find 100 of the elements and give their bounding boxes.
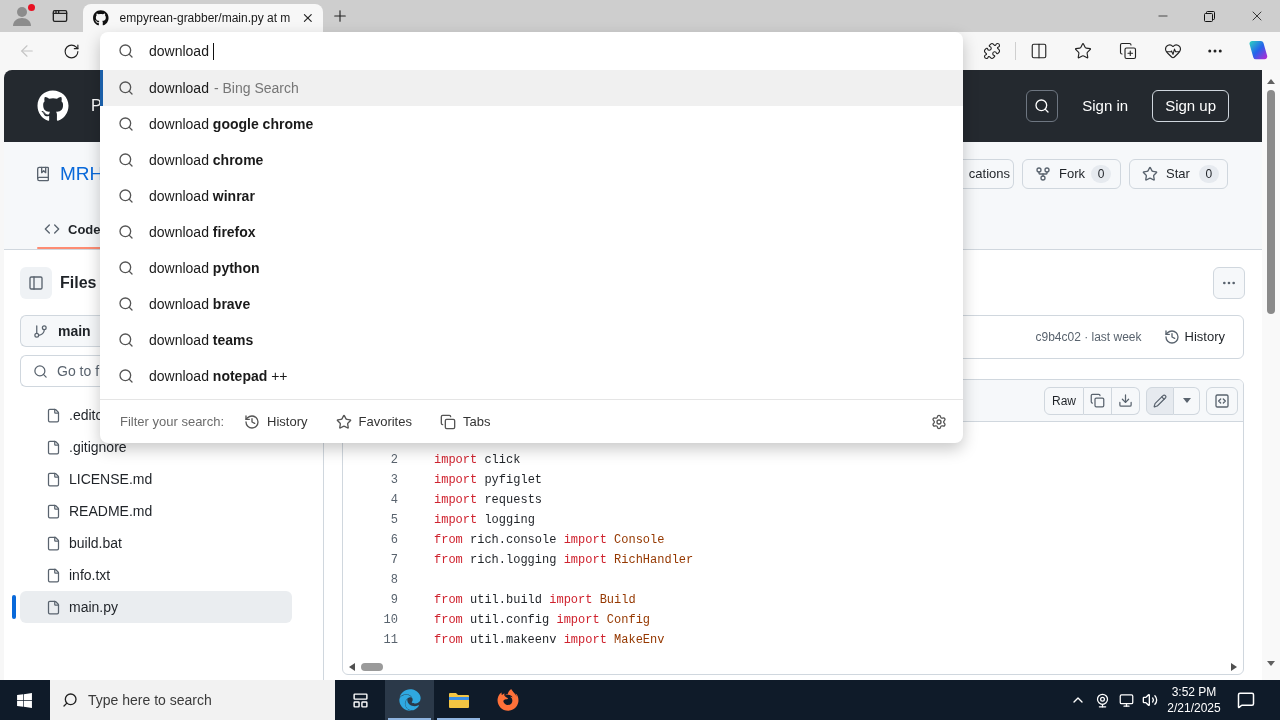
fork-icon <box>1035 165 1051 182</box>
suggestion-item[interactable]: download python <box>100 250 963 286</box>
raw-button[interactable]: Raw <box>1044 386 1084 415</box>
code-line: import click <box>434 452 521 469</box>
browser-tab[interactable]: empyrean-grabber/main.py at m <box>83 4 323 32</box>
speech-bubble-icon[interactable] <box>1237 691 1255 709</box>
suggestion-item[interactable]: download chrome <box>100 142 963 178</box>
browser-icon[interactable] <box>398 689 421 711</box>
search-icon <box>118 43 134 59</box>
search-icon <box>118 332 134 348</box>
taskbar-app[interactable] <box>385 680 434 720</box>
code-line: import requests <box>434 492 543 509</box>
file-item[interactable]: LICENSE.md <box>20 463 155 495</box>
line-number: 2 <box>389 452 398 469</box>
window-icon[interactable] <box>52 8 68 24</box>
search-icon <box>118 296 134 312</box>
search-icon <box>1034 98 1051 114</box>
fork-button[interactable]: Fork 0 <box>1022 158 1121 189</box>
settings-icon[interactable] <box>931 413 947 430</box>
columns-icon[interactable] <box>1030 42 1048 60</box>
code-line: from util.makeenv import MakeEnv <box>434 632 665 649</box>
edit-options-button[interactable] <box>1174 386 1200 415</box>
line-number: 5 <box>389 512 398 529</box>
search-icon <box>118 116 134 132</box>
suggestion-item[interactable]: download google chrome <box>100 106 963 142</box>
stacked-squares-icon <box>439 413 456 430</box>
file-item[interactable]: main.py <box>20 591 292 623</box>
code-icon <box>1214 392 1230 409</box>
search-icon <box>118 80 134 96</box>
edit-button[interactable] <box>1146 386 1174 415</box>
search-icon <box>62 692 78 708</box>
code-line: from rich.console import Console <box>434 532 665 549</box>
filter-option[interactable]: Tabs <box>439 411 491 432</box>
sidebar-toggle-button[interactable] <box>20 267 52 299</box>
sign-in-link[interactable]: Sign in <box>1082 94 1129 118</box>
search-button[interactable] <box>1026 90 1059 122</box>
logo-icon[interactable] <box>37 90 69 122</box>
sign-up-button[interactable]: Sign up <box>1152 90 1229 122</box>
address-field[interactable]: download <box>149 40 214 62</box>
squares-plus-icon[interactable] <box>1119 42 1137 60</box>
star-icon[interactable] <box>1074 42 1092 60</box>
file-icon <box>46 503 61 519</box>
clock[interactable]: 3:52 PM 2/21/2025 <box>1162 684 1226 716</box>
scroll-down-icon[interactable] <box>1267 661 1275 666</box>
line-number: 11 <box>382 632 398 649</box>
restore-icon[interactable] <box>1204 10 1215 22</box>
profile-icon[interactable] <box>11 5 33 27</box>
suggestion-item[interactable]: download brave <box>100 286 963 322</box>
branch-button[interactable]: main <box>20 315 100 347</box>
scroll-up-icon[interactable] <box>1267 79 1275 84</box>
file-icon <box>46 567 61 583</box>
copy-icon <box>1090 393 1105 408</box>
monitor-icon[interactable] <box>1118 692 1134 708</box>
plus-icon[interactable] <box>331 7 349 25</box>
refresh-icon[interactable] <box>62 42 80 60</box>
close-icon[interactable] <box>301 11 315 25</box>
history-button[interactable]: History <box>1157 323 1231 351</box>
file-icon <box>46 535 61 551</box>
star-button[interactable]: Star 0 <box>1129 158 1228 189</box>
suggestion-item[interactable]: download - Bing Search <box>100 70 963 106</box>
scroll-left-icon[interactable] <box>349 663 355 671</box>
line-number: 9 <box>389 592 398 609</box>
download-icon <box>1118 393 1133 408</box>
edit-icon <box>1153 393 1167 408</box>
volume-icon[interactable] <box>1142 692 1158 708</box>
folder-icon[interactable] <box>447 691 470 709</box>
scroll-right-icon[interactable] <box>1231 663 1237 671</box>
file-icon <box>46 599 61 615</box>
filter-option[interactable]: Favorites <box>335 411 412 432</box>
scrollbar-thumb[interactable] <box>361 663 383 671</box>
history-icon <box>244 413 261 430</box>
scrollbar-thumb[interactable] <box>1267 90 1275 314</box>
logo-icon <box>93 10 109 26</box>
count-badge: 0 <box>1091 164 1111 183</box>
filter-option[interactable]: History <box>244 411 308 432</box>
file-item[interactable]: README.md <box>20 495 155 527</box>
layout-icon[interactable] <box>351 691 369 709</box>
download-button[interactable] <box>1112 386 1140 415</box>
file-item[interactable]: build.bat <box>20 527 124 559</box>
search-icon <box>118 188 134 204</box>
file-icon <box>46 471 61 487</box>
search-icon <box>118 368 134 384</box>
webcam-icon[interactable] <box>1094 692 1110 708</box>
line-number: 8 <box>389 572 398 589</box>
taskbar-search-field[interactable]: Type here to search <box>50 680 335 720</box>
copy-button[interactable] <box>1084 386 1112 415</box>
file-item[interactable]: .gitignore <box>20 431 129 463</box>
heart-pulse-icon[interactable] <box>1164 42 1182 60</box>
file-item[interactable]: info.txt <box>20 559 113 591</box>
line-number: 10 <box>382 612 398 629</box>
search-icon <box>118 152 134 168</box>
symbols-button[interactable] <box>1206 386 1238 415</box>
panel-title: Files <box>60 273 97 293</box>
star-icon <box>335 413 352 430</box>
file-icon <box>46 407 61 423</box>
search-icon <box>118 260 134 276</box>
fox-browser-icon[interactable] <box>496 689 519 711</box>
puzzle-icon[interactable] <box>983 42 1001 60</box>
notifications-button[interactable]: cations <box>963 158 1014 189</box>
suggestion-item[interactable]: download teams <box>100 322 963 358</box>
